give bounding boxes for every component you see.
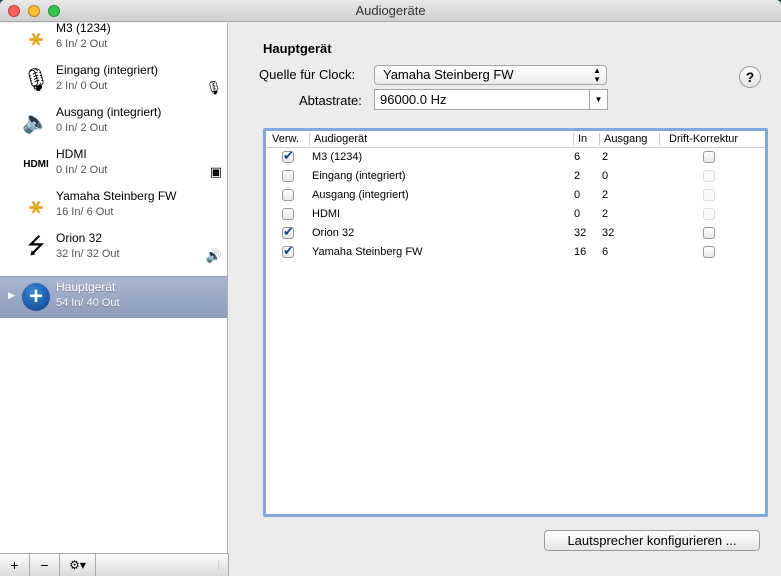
table-header: Verw. Audiogerät In Ausgang Drift-Korrek…: [266, 131, 765, 148]
use-checkbox[interactable]: [282, 148, 294, 164]
clock-source-value: Yamaha Steinberg FW: [383, 67, 514, 82]
row-in: 2: [574, 170, 581, 182]
device-table: Verw. Audiogerät In Ausgang Drift-Korrek…: [263, 128, 768, 517]
sample-rate-value: 96000.0 Hz: [380, 92, 447, 107]
row-out: 0: [602, 170, 609, 182]
clock-source-label: Quelle für Clock:: [259, 67, 356, 82]
device-detail-pane: Hauptgerät Quelle für Clock: Yamaha Stei…: [229, 23, 781, 576]
drift-correction-checkbox[interactable]: [703, 227, 715, 239]
device-name: Hauptgerät: [56, 280, 116, 294]
col-device[interactable]: Audiogerät: [309, 133, 367, 145]
title-bar: Audiogeräte: [0, 0, 781, 22]
sample-rate-label: Abtastrate:: [299, 93, 362, 108]
zoom-button[interactable]: [48, 5, 60, 17]
table-row: M3 (1234) 6 2: [266, 148, 765, 167]
row-device-name: M3 (1234): [312, 151, 363, 163]
row-in: 0: [574, 208, 581, 220]
sample-rate-combo[interactable]: 96000.0 Hz ▼: [374, 89, 608, 110]
row-device-name: HDMI: [312, 208, 341, 220]
table-row: Eingang (integriert) 2 0: [266, 167, 765, 186]
disclosure-triangle-icon[interactable]: ▶: [8, 290, 15, 301]
table-row: Orion 32 32 32: [266, 224, 765, 243]
col-out[interactable]: Ausgang: [599, 133, 647, 145]
row-device-name: Yamaha Steinberg FW: [312, 246, 423, 258]
speaker-icon: 🔈: [22, 109, 50, 134]
row-out: 32: [602, 227, 615, 239]
window-title: Audiogeräte: [355, 3, 426, 18]
sidebar-device-item[interactable]: HDMI HDMI 0 In/ 2 Out ▣: [0, 144, 227, 186]
use-checkbox[interactable]: [282, 224, 294, 240]
device-name: Ausgang (integriert): [56, 105, 162, 119]
device-io: 6 In/ 2 Out: [56, 38, 108, 50]
add-device-button[interactable]: +: [0, 554, 30, 576]
resize-handle[interactable]: ⦙: [96, 554, 228, 576]
table-row: HDMI 0 2: [266, 205, 765, 224]
row-out: 6: [602, 246, 609, 258]
sidebar-device-item[interactable]: 🎙 Eingang (integriert) 2 In/ 0 Out 🎙: [0, 60, 227, 102]
audio-devices-window: Audiogeräte ⚹ M3 (1234) 6 In/ 2 Out 🎙 Eingan…: [0, 0, 781, 576]
use-checkbox[interactable]: [282, 170, 294, 182]
device-name: HDMI: [56, 147, 87, 161]
device-io: 0 In/ 2 Out: [56, 164, 108, 176]
remove-device-button[interactable]: −: [30, 554, 60, 576]
drift-correction-checkbox: [703, 208, 715, 220]
row-in: 16: [574, 246, 587, 258]
sidebar-toolbar: + − ⚙▾ ⦙: [0, 553, 229, 576]
device-name: M3 (1234): [56, 23, 111, 35]
row-out: 2: [602, 151, 609, 163]
gear-menu-button[interactable]: ⚙▾: [60, 554, 96, 576]
drift-correction-checkbox[interactable]: [703, 246, 715, 258]
help-button[interactable]: ?: [739, 66, 761, 88]
device-name: Orion 32: [56, 231, 103, 245]
sidebar-device-item[interactable]: 🔈 Ausgang (integriert) 0 In/ 2 Out: [0, 102, 227, 144]
device-io: 54 In/ 40 Out: [56, 297, 120, 309]
device-io: 32 In/ 32 Out: [56, 248, 120, 260]
drift-correction-checkbox: [703, 170, 715, 182]
row-device-name: Ausgang (integriert): [312, 189, 409, 201]
default-input-icon: 🎙: [205, 80, 222, 95]
sidebar-device-item[interactable]: ⭍ Orion 32 32 In/ 32 Out 🔊: [0, 228, 227, 270]
hdmi-icon: HDMI: [23, 158, 49, 170]
configure-speakers-button[interactable]: Lautsprecher konfigurieren ...: [544, 530, 760, 551]
close-button[interactable]: [8, 5, 20, 17]
device-io: 0 In/ 2 Out: [56, 122, 108, 134]
table-row: Yamaha Steinberg FW 16 6: [266, 243, 765, 262]
firewire-icon: ⚹: [29, 193, 43, 218]
device-list[interactable]: ⚹ M3 (1234) 6 In/ 2 Out 🎙 Eingang (integrier…: [0, 23, 228, 553]
usb-icon: ⭍: [26, 233, 46, 258]
minimize-button[interactable]: [28, 5, 40, 17]
device-heading: Hauptgerät: [263, 41, 332, 56]
row-in: 6: [574, 151, 581, 163]
system-output-icon: ▣: [209, 164, 222, 179]
aggregate-plus-icon: +: [20, 281, 52, 313]
drift-correction-checkbox: [703, 189, 715, 201]
device-name: Yamaha Steinberg FW: [56, 189, 177, 203]
device-io: 16 In/ 6 Out: [56, 206, 114, 218]
microphone-icon: 🎙: [22, 67, 50, 92]
updown-arrows-icon: ▲ ▼: [593, 66, 601, 84]
table-row: Ausgang (integriert) 0 2: [266, 186, 765, 205]
clock-source-select[interactable]: Yamaha Steinberg FW ▲ ▼: [374, 65, 607, 85]
use-checkbox[interactable]: [282, 243, 294, 259]
sidebar-device-item[interactable]: ▶ + Hauptgerät 54 In/ 40 Out: [0, 276, 227, 318]
col-drift[interactable]: Drift-Korrektur: [659, 133, 738, 145]
firewire-icon: ⚹: [29, 25, 43, 50]
default-output-icon: 🔊: [205, 248, 222, 263]
device-io: 2 In/ 0 Out: [56, 80, 108, 92]
chevron-down-icon[interactable]: ▼: [589, 90, 607, 109]
row-in: 32: [574, 227, 587, 239]
sidebar-device-item[interactable]: ⚹ Yamaha Steinberg FW 16 In/ 6 Out: [0, 186, 227, 228]
row-device-name: Orion 32: [312, 227, 355, 239]
drift-correction-checkbox[interactable]: [703, 151, 715, 163]
use-checkbox[interactable]: [282, 208, 294, 220]
sidebar-device-item[interactable]: ⚹ M3 (1234) 6 In/ 2 Out: [0, 23, 227, 60]
row-out: 2: [602, 208, 609, 220]
use-checkbox[interactable]: [282, 189, 294, 201]
row-out: 2: [602, 189, 609, 201]
col-use[interactable]: Verw.: [268, 133, 299, 145]
device-name: Eingang (integriert): [56, 63, 159, 77]
row-device-name: Eingang (integriert): [312, 170, 406, 182]
row-in: 0: [574, 189, 581, 201]
